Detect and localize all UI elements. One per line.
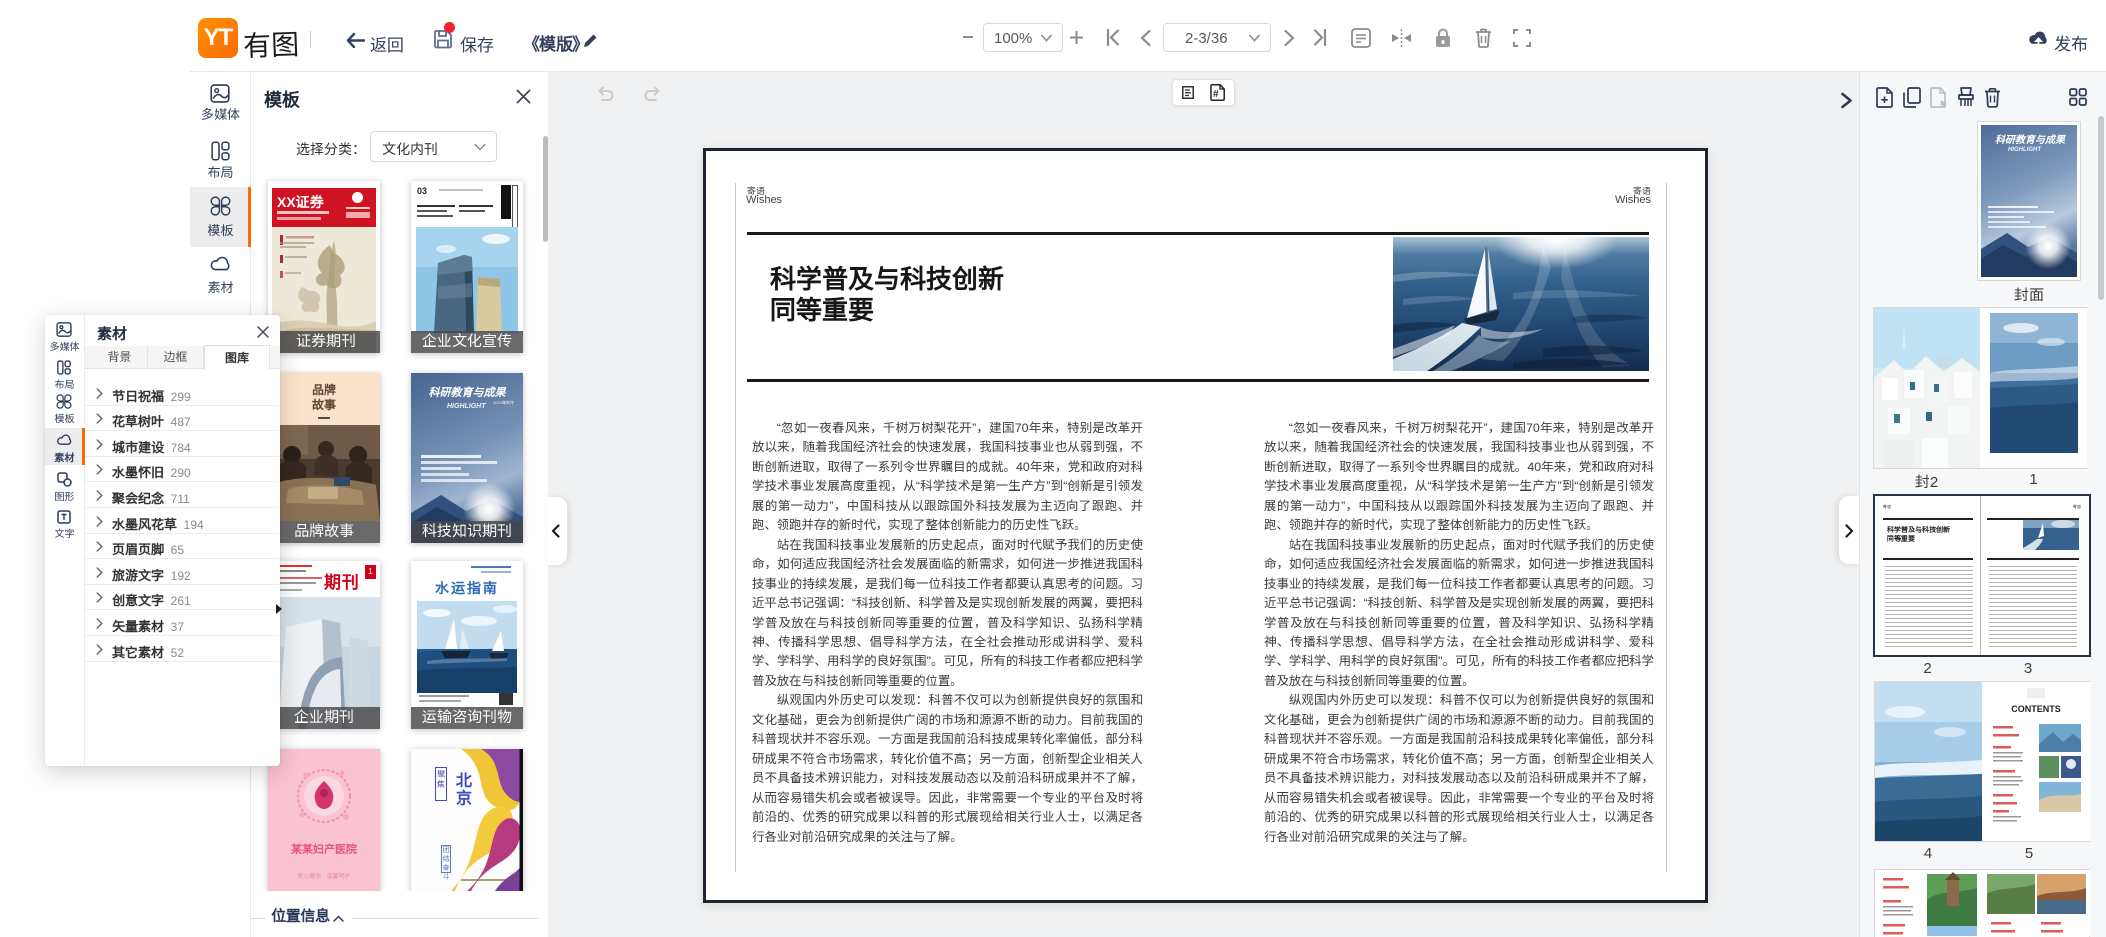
svg-text:CONTENTS: CONTENTS bbox=[2011, 704, 2061, 714]
svg-text:#: # bbox=[1213, 89, 1219, 100]
